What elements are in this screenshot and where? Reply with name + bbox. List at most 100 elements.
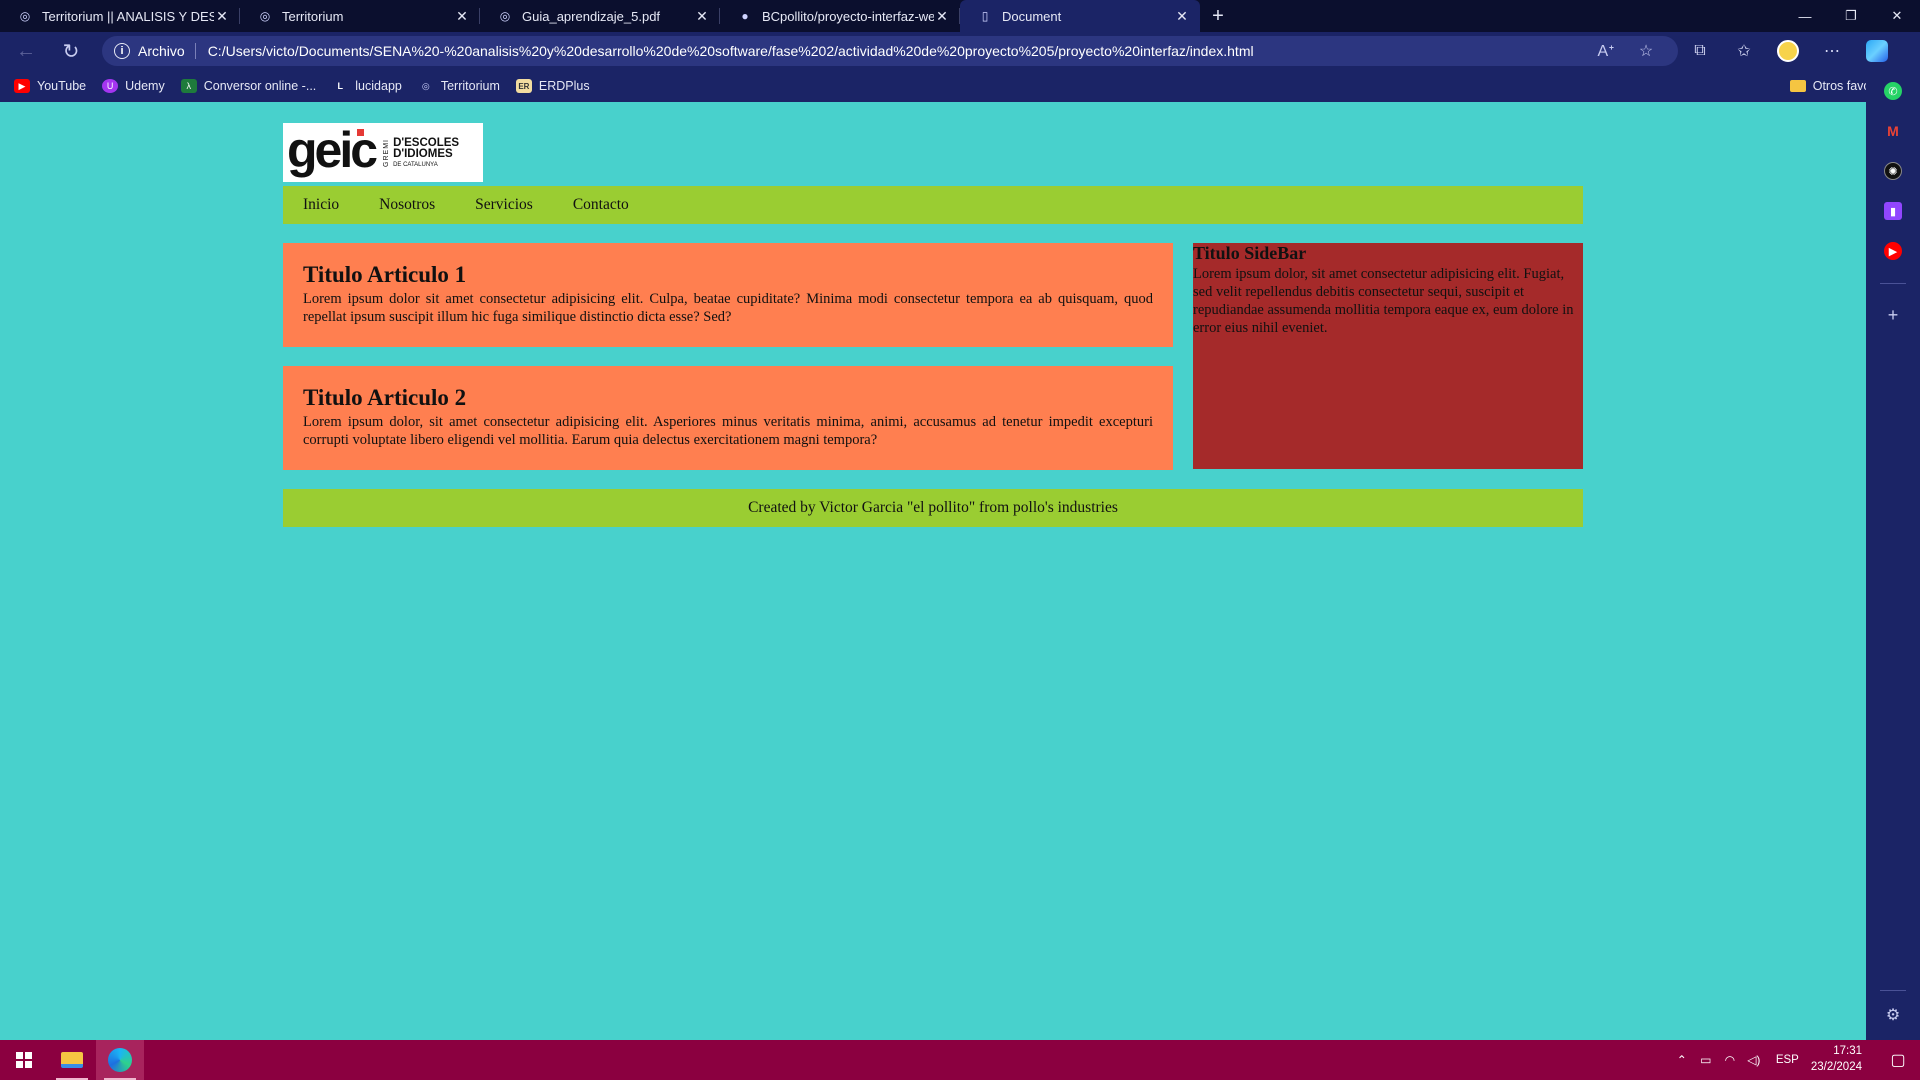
lucid-icon: L [337,81,344,91]
chevron-up-icon[interactable]: ⌃ [1670,1053,1694,1067]
favorites-icon[interactable]: ✩ [1722,41,1766,61]
settings-gear-icon[interactable]: ⚙ [1884,1006,1902,1024]
volume-icon[interactable]: ◁) [1742,1053,1766,1067]
browser-tab[interactable]: ◎ Territorium || ANALISIS Y DESARR ✕ [0,0,240,32]
sidebar-title: Titulo SideBar [1193,243,1307,263]
logo-mark: geic [287,125,378,175]
logo-line-3: DE CATALUNYA [393,161,438,168]
refresh-icon[interactable]: ↻ [52,32,90,70]
wifi-icon[interactable]: ◠ [1718,1053,1742,1067]
browser-tab-active[interactable]: ▯ Document ✕ [960,0,1200,32]
info-icon[interactable]: i [114,43,130,59]
tab-title: Territorium [282,8,344,24]
page-sidebar: Titulo SideBar Lorem ipsum dolor, sit am… [1193,243,1583,469]
site-logo: geic GREMI D'ESCOLES D'IDIOMES DE CATALU… [283,123,483,182]
folder-icon [1789,80,1806,92]
taskbar-edge[interactable] [96,1040,144,1080]
bookmarks-bar: ▶ YouTube U Udemy λ Conversor online -..… [0,70,1920,102]
twitch-icon[interactable]: ▮ [1884,202,1902,220]
bookmark-youtube[interactable]: ▶ YouTube [14,79,86,93]
gmail-icon[interactable]: M [1884,122,1902,140]
youtube-icon: ▶ [14,79,30,93]
close-icon[interactable]: ✕ [214,8,230,25]
nav-link-servicios[interactable]: Servicios [475,196,533,214]
restore-icon[interactable]: ❐ [1828,0,1874,32]
new-tab-button[interactable]: + [1200,0,1236,32]
favorite-star-icon[interactable]: ☆ [1626,41,1666,61]
close-window-icon[interactable]: ✕ [1874,0,1920,32]
windows-taskbar: ⌃ ▭ ◠ ◁) ESP 17:31 23/2/2024 ▢ [0,1040,1920,1080]
bookmark-territorium[interactable]: ◎ Territorium [418,79,500,93]
bookmark-conversor[interactable]: λ Conversor online -... [180,79,317,93]
browser-tab[interactable]: ● BCpollito/proyecto-interfaz-web ✕ [720,0,960,32]
bookmark-udemy[interactable]: U Udemy [102,79,165,93]
chatgpt-icon[interactable]: ✺ [1884,162,1902,180]
tab-title: Territorium || ANALISIS Y DESARR [42,8,214,24]
browser-tab[interactable]: ◎ Territorium ✕ [240,0,480,32]
tab-title: Guia_aprendizaje_5.pdf [522,8,661,24]
bookmark-label: Conversor online -... [203,79,317,93]
browser-tab[interactable]: ◎ Guia_aprendizaje_5.pdf ✕ [480,0,720,32]
tab-strip: ◎ Territorium || ANALISIS Y DESARR ✕ ◎ T… [0,0,1920,32]
edge-icon [108,1048,132,1072]
close-icon[interactable]: ✕ [454,8,470,25]
bookmark-label: YouTube [37,79,87,93]
toolbar-icons: ⧉ ✩ ⋯ [1678,40,1900,62]
bookmark-label: Territorium [440,79,500,93]
web-page: geic GREMI D'ESCOLES D'IDIOMES DE CATALU… [0,102,1866,1040]
erdplus-icon: ER [515,79,532,93]
read-aloud-icon[interactable]: Aᐩ [1586,41,1626,61]
edge-sidebar: ✆ M ✺ ▮ ▶ + ⚙ [1866,70,1920,1040]
back-arrow-icon[interactable]: ← [7,32,45,70]
article-2: Titulo Articulo 2 Lorem ipsum dolor, sit… [283,366,1173,470]
extensions-icon[interactable]: ⧉ [1678,42,1722,60]
tab-title: BCpollito/proyecto-interfaz-web [762,8,934,24]
logo-dot [357,128,364,136]
close-icon[interactable]: ✕ [934,8,950,25]
clock-date: 23/2/2024 [1810,1061,1862,1073]
bookmark-lucidapp[interactable]: L lucidapp [332,79,402,93]
file-explorer-icon [61,1052,83,1068]
add-icon[interactable]: + [1884,305,1902,325]
battery-icon[interactable]: ▭ [1694,1053,1718,1067]
system-tray: ⌃ ▭ ◠ ◁) ESP 17:31 23/2/2024 ▢ [1670,1044,1920,1075]
youtube-music-icon[interactable]: ▶ [1884,242,1902,260]
whatsapp-icon[interactable]: ✆ [1884,82,1902,100]
taskbar-file-explorer[interactable] [48,1040,96,1080]
conversor-icon: λ [180,79,197,93]
bookmark-label: lucidapp [355,79,402,93]
window-controls: — ❐ ✕ [1782,0,1920,32]
article-1: Titulo Articulo 1 Lorem ipsum dolor sit … [283,243,1173,347]
nav-link-inicio[interactable]: Inicio [303,196,339,214]
address-bar[interactable]: i Archivo C:/Users/victo/Documents/SENA%… [102,36,1678,66]
bookmark-erdplus[interactable]: ER ERDPlus [515,79,590,93]
notifications-icon[interactable]: ▢ [1876,1050,1920,1070]
language-indicator[interactable]: ESP [1776,1054,1799,1066]
url-text[interactable]: C:/Users/victo/Documents/SENA%20-%20anal… [208,43,1586,59]
close-icon[interactable]: ✕ [694,8,710,25]
territorium-icon: ◎ [19,9,31,23]
github-icon: ● [741,9,749,23]
start-button[interactable] [0,1040,48,1080]
more-options-icon[interactable]: ⋯ [1810,41,1854,61]
sidebar-body: Lorem ipsum dolor, sit amet consectetur … [1193,265,1574,336]
minimize-icon[interactable]: — [1782,0,1828,32]
article-title: Titulo Articulo 1 [303,262,467,287]
logo-vertical-text: GREMI [383,138,391,167]
nav-link-contacto[interactable]: Contacto [573,196,629,214]
bookmark-label: Udemy [125,79,165,93]
territorium-icon: ◎ [499,9,511,23]
nav-link-nosotros[interactable]: Nosotros [379,196,435,214]
copilot-icon[interactable] [1866,40,1888,62]
close-icon[interactable]: ✕ [1174,8,1190,25]
profile-avatar[interactable] [1777,40,1799,62]
document-icon: ▯ [981,9,989,23]
clock[interactable]: 17:31 23/2/2024 [1811,1044,1862,1075]
site-nav: Inicio Nosotros Servicios Contacto [283,186,1583,224]
site-info-chip[interactable]: Archivo [138,43,185,59]
article-body: Lorem ipsum dolor sit amet consectetur a… [303,290,1153,325]
udemy-icon: U [102,79,119,93]
territorium-icon: ◎ [259,9,271,23]
tab-title: Document [1002,8,1062,24]
logo-line-2: D'IDIOMES [393,148,453,160]
